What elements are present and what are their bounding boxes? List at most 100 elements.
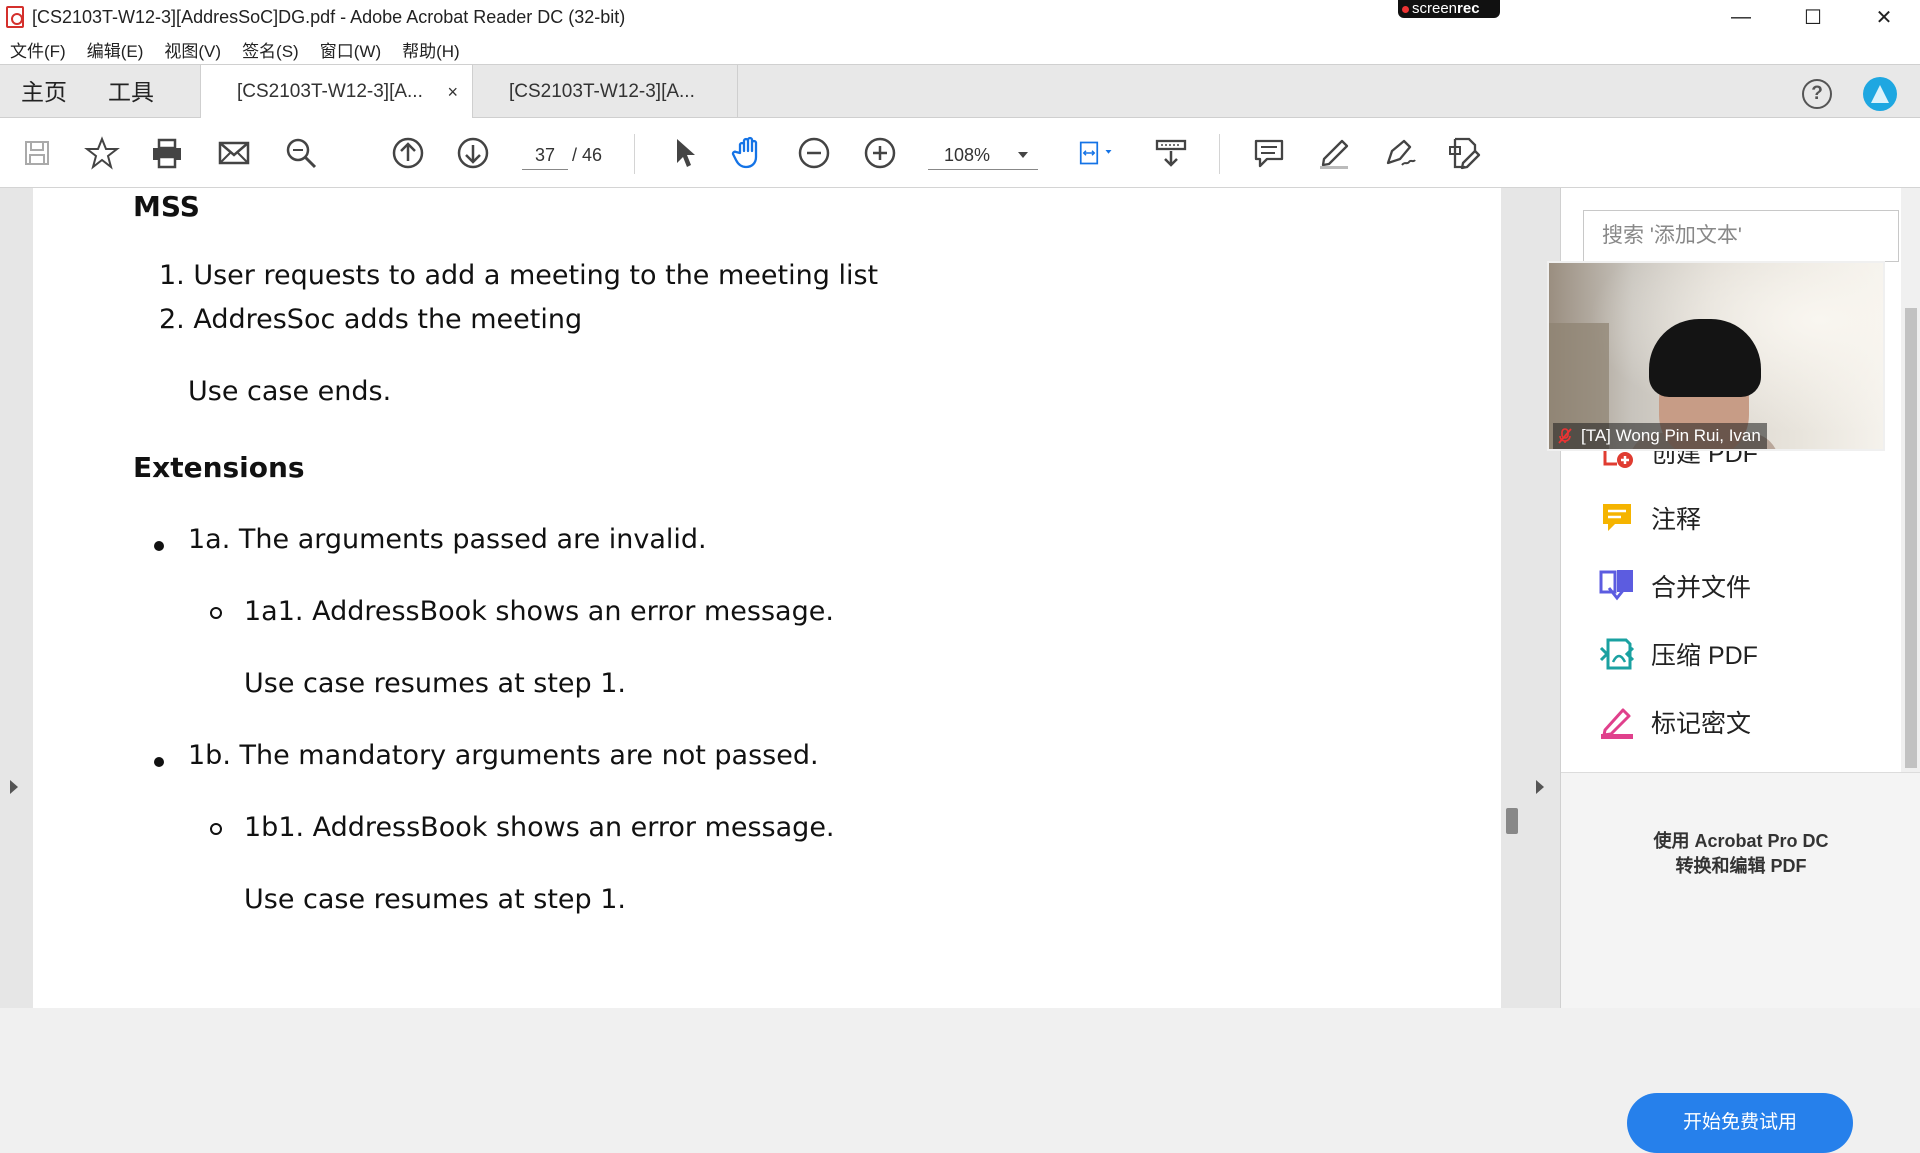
menu-sign[interactable]: 签名(S) bbox=[242, 37, 299, 62]
hand-icon bbox=[731, 136, 758, 169]
promo-text: 使用 Acrobat Pro DC 转换和编辑 PDF bbox=[1561, 829, 1920, 879]
page-total: / 46 bbox=[572, 145, 603, 165]
toolbar: 37 / 46 108% bbox=[0, 118, 1920, 188]
tools-scrollbar[interactable] bbox=[1901, 188, 1920, 772]
select-icon bbox=[677, 139, 695, 167]
email-button[interactable] bbox=[213, 132, 255, 174]
highlight-button[interactable] bbox=[1313, 132, 1355, 174]
tool-combine-files[interactable]: 合并文件 bbox=[1599, 566, 1751, 606]
mic-muted-icon bbox=[1558, 428, 1572, 444]
document-viewport[interactable]: MSS 1. User requests to add a meeting to… bbox=[0, 188, 1560, 1008]
close-button[interactable]: ✕ bbox=[1855, 0, 1913, 34]
tool-comment-label: 注释 bbox=[1651, 506, 1702, 534]
tools-search-input[interactable]: 搜索 '添加文本' bbox=[1583, 210, 1899, 262]
extension-1a: 1a. The arguments passed are invalid. bbox=[188, 524, 707, 555]
left-panel-toggle-icon[interactable] bbox=[10, 780, 18, 794]
zoom-value: 108% bbox=[944, 145, 991, 165]
mss-end-text: Use case ends. bbox=[188, 376, 392, 407]
extension-1b-resume: Use case resumes at step 1. bbox=[244, 884, 626, 915]
participant-name: [TA] Wong Pin Rui, Ivan bbox=[1553, 423, 1767, 449]
maximize-icon: ☐ bbox=[1804, 6, 1822, 29]
help-icon[interactable]: ? bbox=[1802, 79, 1832, 109]
next-page-button[interactable] bbox=[452, 132, 494, 174]
tool-comment[interactable]: 注释 bbox=[1599, 498, 1701, 538]
profile-avatar[interactable] bbox=[1863, 77, 1897, 111]
scroll-mode-button[interactable] bbox=[1150, 132, 1192, 174]
maximize-button[interactable]: ☐ bbox=[1784, 0, 1842, 34]
tool-combine-files-label: 合并文件 bbox=[1651, 574, 1752, 602]
zoom-out-button[interactable] bbox=[793, 132, 835, 174]
menu-window[interactable]: 窗口(W) bbox=[320, 37, 381, 62]
tab-document-inactive[interactable]: [CS2103T-W12-3][A... bbox=[472, 65, 738, 119]
tool-redact[interactable]: 标记密文 bbox=[1599, 702, 1751, 742]
select-tool-button[interactable] bbox=[663, 132, 705, 174]
tab-row: 主页 工具 [CS2103T-W12-3][A... × [CS2103T-W1… bbox=[0, 64, 1920, 120]
document-scrollbar-thumb[interactable] bbox=[1506, 808, 1518, 834]
tool-compress-pdf[interactable]: 压缩 PDF bbox=[1599, 634, 1758, 674]
menu-file[interactable]: 文件(F) bbox=[10, 37, 66, 62]
upgrade-promo: 使用 Acrobat Pro DC 转换和编辑 PDF 开始免费试用 bbox=[1561, 772, 1920, 1153]
search-icon bbox=[286, 138, 317, 169]
comment-button[interactable] bbox=[1248, 132, 1290, 174]
right-panel-toggle-icon[interactable] bbox=[1536, 780, 1544, 794]
menu-help[interactable]: 帮助(H) bbox=[402, 37, 460, 62]
extension-1a1: 1a1. AddressBook shows an error message. bbox=[244, 596, 834, 627]
scroll-mode-icon bbox=[1155, 139, 1187, 167]
bullet-icon bbox=[154, 757, 164, 767]
mss-step-1: 1. User requests to add a meeting to the… bbox=[159, 260, 879, 291]
video-call-overlay[interactable]: [TA] Wong Pin Rui, Ivan bbox=[1547, 261, 1885, 451]
tab-document-active[interactable]: [CS2103T-W12-3][A... × bbox=[200, 65, 472, 120]
profile-icon bbox=[1871, 85, 1889, 103]
tools-scrollbar-thumb[interactable] bbox=[1905, 308, 1917, 768]
bullet-icon bbox=[154, 541, 164, 551]
star-icon bbox=[84, 136, 120, 170]
extension-1b: 1b. The mandatory arguments are not pass… bbox=[188, 740, 819, 771]
menu-view[interactable]: 视图(V) bbox=[164, 37, 221, 62]
page-up-icon bbox=[392, 137, 424, 169]
zoom-select[interactable]: 108% bbox=[928, 140, 1038, 170]
mail-icon bbox=[218, 141, 250, 165]
participant-video bbox=[1649, 319, 1761, 397]
tab-document-label: [CS2103T-W12-3][A... bbox=[509, 81, 695, 102]
minimize-button[interactable]: — bbox=[1712, 0, 1770, 34]
fill-sign-button[interactable] bbox=[1444, 132, 1486, 174]
sub-bullet-icon bbox=[210, 607, 222, 619]
minimize-icon: — bbox=[1731, 5, 1751, 28]
tab-tools[interactable]: 工具 bbox=[108, 65, 154, 119]
save-icon bbox=[25, 141, 49, 165]
window-title: [CS2103T-W12-3][AddresSoC]DG.pdf - Adobe… bbox=[32, 6, 626, 27]
previous-page-button[interactable] bbox=[387, 132, 429, 174]
sign-icon bbox=[1386, 139, 1416, 166]
tab-close-icon[interactable]: × bbox=[447, 65, 458, 119]
pdf-page: MSS 1. User requests to add a meeting to… bbox=[33, 188, 1501, 1008]
mss-heading: MSS bbox=[133, 190, 200, 223]
combine-files-icon bbox=[1599, 568, 1635, 604]
print-icon bbox=[153, 138, 181, 169]
chevron-down-icon bbox=[1018, 152, 1028, 158]
find-button[interactable] bbox=[280, 132, 322, 174]
zoom-in-button[interactable] bbox=[859, 132, 901, 174]
fit-page-button[interactable] bbox=[1067, 132, 1123, 174]
tab-home[interactable]: 主页 bbox=[21, 65, 67, 119]
promo-line-1: 使用 Acrobat Pro DC bbox=[1653, 831, 1829, 851]
page-number-input[interactable]: 37 bbox=[522, 140, 568, 170]
print-button[interactable] bbox=[146, 132, 188, 174]
draw-button[interactable] bbox=[1379, 132, 1421, 174]
redact-icon bbox=[1599, 704, 1635, 740]
close-icon: ✕ bbox=[1875, 6, 1893, 29]
sub-bullet-icon bbox=[210, 823, 222, 835]
title-bar: [CS2103T-W12-3][AddresSoC]DG.pdf - Adobe… bbox=[0, 0, 1920, 34]
tool-redact-label: 标记密文 bbox=[1651, 710, 1752, 738]
hand-tool-button[interactable] bbox=[728, 132, 770, 174]
save-button[interactable] bbox=[16, 132, 58, 174]
highlight-icon bbox=[1320, 139, 1349, 169]
bookmark-button[interactable] bbox=[81, 132, 123, 174]
recorder-badge-suffix: rec bbox=[1457, 0, 1480, 17]
toolbar-divider bbox=[634, 134, 635, 174]
free-trial-button[interactable]: 开始免费试用 bbox=[1627, 1093, 1853, 1153]
fill-sign-icon bbox=[1449, 137, 1481, 170]
menu-edit[interactable]: 编辑(E) bbox=[87, 37, 144, 62]
menu-bar: 文件(F) 编辑(E) 视图(V) 签名(S) 窗口(W) 帮助(H) bbox=[0, 34, 1920, 64]
comment-icon bbox=[1254, 139, 1284, 168]
zoom-in-icon bbox=[864, 137, 896, 169]
